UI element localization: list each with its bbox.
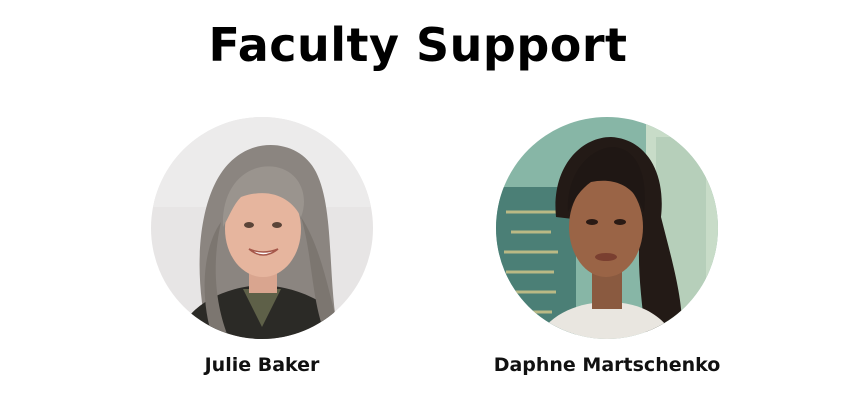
faculty-support-section: Faculty Support Julie Baker Daphne Marts… — [0, 0, 868, 417]
portrait-photo-icon — [151, 117, 373, 339]
person-name: Daphne Martschenko — [493, 354, 721, 376]
person-card-daphne-martschenko: Daphne Martschenko — [477, 117, 737, 376]
avatar — [151, 117, 373, 339]
portrait-photo-icon — [496, 117, 718, 339]
page-title: Faculty Support — [208, 18, 628, 72]
person-card-julie-baker: Julie Baker — [132, 117, 392, 376]
person-name: Julie Baker — [204, 354, 320, 376]
avatar — [496, 117, 718, 339]
